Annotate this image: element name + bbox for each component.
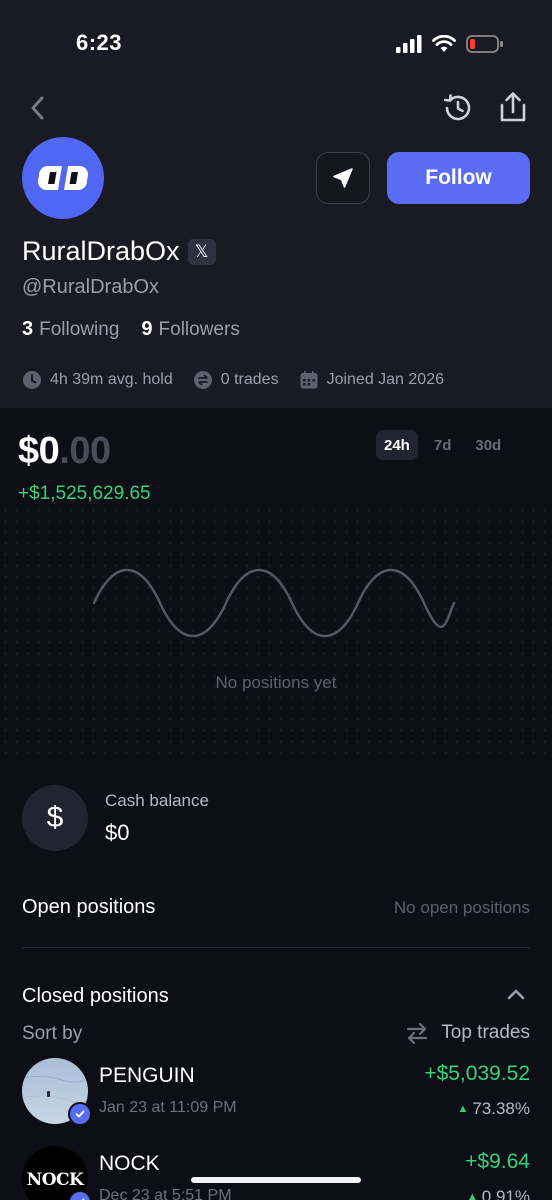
display-name-text: RuralDrabOx [22, 236, 180, 266]
swap-arrows-icon [407, 1022, 428, 1044]
signal-icon [396, 35, 422, 53]
stat-joined: Joined Jan 2026 [299, 370, 444, 390]
cash-balance-label: Cash balance [105, 791, 209, 810]
tab-24h[interactable]: 24h [376, 430, 418, 460]
up-triangle-icon: ▲ [466, 1191, 478, 1200]
send-message-button[interactable] [316, 152, 370, 204]
sort-label: Sort by [22, 1023, 83, 1044]
status-icons [396, 34, 504, 54]
paper-plane-icon [333, 168, 353, 188]
trade-percent-value: 73.38% [472, 1099, 530, 1118]
nav-bar [0, 88, 552, 128]
open-positions-empty: No open positions [393, 898, 530, 917]
balance-cents: .00 [59, 430, 111, 472]
dollar-icon: $ [22, 785, 88, 851]
clock-icon [23, 371, 41, 389]
open-positions-title: Open positions [22, 896, 156, 918]
following-label: Following [39, 319, 120, 340]
x-badge-text: 𝕏 [194, 241, 209, 261]
followers-link[interactable]: 9 Followers [141, 318, 239, 341]
section-divider [22, 947, 530, 948]
back-chevron-icon[interactable] [26, 94, 50, 122]
profile-stats: 4h 39m avg. hold 0 trades Joined Jan 202… [22, 370, 444, 390]
trade-row[interactable]: PENGUIN Jan 23 at 11:09 PM +$5,039.52 ▲ … [0, 1058, 552, 1138]
sort-value: Top trades [441, 1022, 530, 1043]
up-triangle-icon: ▲ [457, 1103, 469, 1115]
history-icon[interactable] [442, 92, 474, 124]
trade-row[interactable]: NOCK NOCK Dec 23 at 5:51 PM +$9.64 ▲ 0.9… [0, 1146, 552, 1200]
following-count: 3 [22, 318, 34, 340]
avatar-logo-icon [37, 165, 89, 191]
joined-text: Joined Jan 2026 [326, 371, 444, 388]
sort-selector[interactable]: Top trades [405, 1022, 530, 1044]
trade-pnl: +$9.64 [465, 1150, 530, 1173]
trade-percent: ▲ 0.91% [467, 1187, 530, 1200]
trade-token-name: PENGUIN [99, 1064, 195, 1087]
stat-trades: 0 trades [193, 370, 279, 390]
cash-balance-value: $0 [105, 820, 130, 845]
stat-avg-hold: 4h 39m avg. hold [22, 370, 173, 390]
home-indicator[interactable] [191, 1177, 361, 1183]
trades-text: 0 trades [220, 371, 279, 388]
placeholder-wave [92, 568, 456, 638]
portfolio-balance: $0.00 [18, 430, 111, 473]
trade-date: Dec 23 at 5:51 PM [99, 1187, 232, 1200]
empty-chart-message: No positions yet [215, 673, 337, 692]
wifi-icon [432, 35, 456, 52]
chevron-up-icon[interactable] [506, 986, 526, 1002]
trade-token-name: NOCK [99, 1152, 160, 1175]
following-link[interactable]: 3 Following [22, 318, 119, 341]
period-tabs: 24h 7d 30d [376, 430, 509, 460]
portfolio-pnl: +$1,525,629.65 [18, 483, 151, 504]
trade-date: Jan 23 at 11:09 PM [99, 1099, 237, 1116]
nock-logo-text: NOCK [26, 1170, 84, 1190]
closed-positions-title[interactable]: Closed positions [22, 985, 169, 1008]
avg-hold-text: 4h 39m avg. hold [50, 371, 173, 388]
trade-percent: ▲ 73.38% [457, 1099, 530, 1119]
calendar-icon [300, 371, 318, 389]
trade-pnl: +$5,039.52 [424, 1062, 530, 1085]
verified-badge-icon [68, 1102, 92, 1126]
followers-count: 9 [141, 318, 153, 340]
follow-button[interactable]: Follow [387, 152, 530, 204]
followers-label: Followers [158, 319, 240, 340]
share-icon[interactable] [496, 90, 530, 124]
battery-icon [466, 35, 503, 53]
profile-avatar [22, 137, 104, 219]
tab-30d[interactable]: 30d [467, 430, 509, 460]
profile-handle: @RuralDrabOx [22, 276, 160, 298]
x-logo-icon[interactable]: 𝕏 [187, 238, 216, 265]
status-bar: 6:23 [0, 0, 552, 90]
trades-icon [193, 371, 212, 389]
dollar-symbol: $ [46, 801, 64, 834]
tab-7d[interactable]: 7d [426, 430, 460, 460]
portfolio-chart [0, 505, 552, 755]
balance-whole: $0 [18, 430, 60, 472]
status-time: 6:23 [76, 30, 123, 55]
trade-percent-value: 0.91% [481, 1187, 530, 1200]
display-name: RuralDrabOx 𝕏 [22, 236, 216, 267]
follow-counts: 3 Following 9 Followers [22, 318, 240, 341]
